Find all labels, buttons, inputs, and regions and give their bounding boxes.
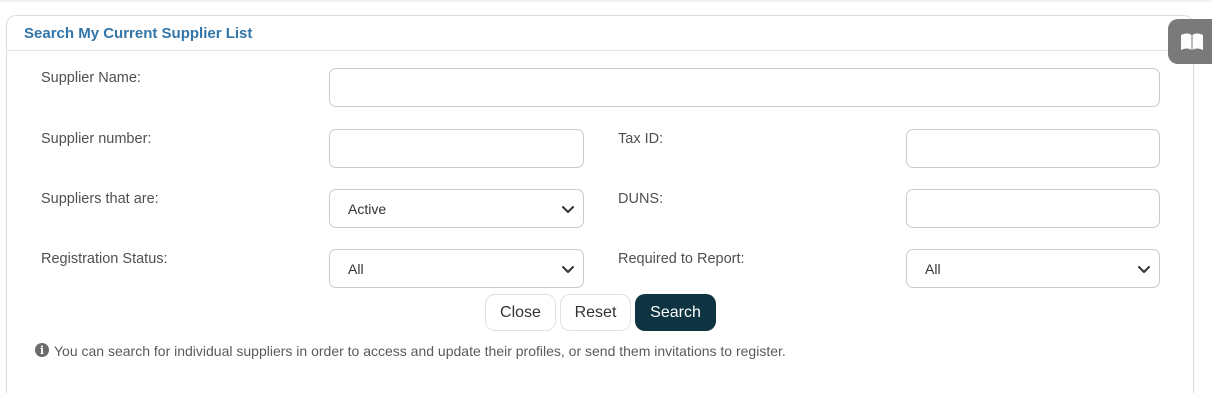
reset-button[interactable]: Reset (560, 294, 631, 331)
panel-header: Search My Current Supplier List (7, 16, 1193, 51)
duns-label: DUNS: (618, 191, 664, 207)
registration-status-label: Registration Status: (41, 251, 168, 267)
supplier-name-label: Supplier Name: (41, 70, 141, 86)
suppliers-that-are-label: Suppliers that are: (41, 191, 159, 207)
tax-id-label: Tax ID: (618, 131, 664, 147)
info-note: i You can search for individual supplier… (35, 343, 786, 359)
top-divider (0, 0, 1212, 2)
chevron-down-icon (562, 265, 574, 273)
suppliers-that-are-select[interactable]: Active (329, 189, 584, 228)
registration-status-select[interactable]: All (329, 249, 584, 288)
side-help-tab[interactable] (1168, 19, 1212, 64)
required-to-report-select[interactable]: All (906, 249, 1160, 288)
book-icon (1181, 33, 1203, 50)
supplier-number-input[interactable] (329, 129, 584, 168)
info-circle-icon: i (35, 343, 49, 357)
panel-title: Search My Current Supplier List (24, 24, 253, 42)
chevron-down-icon (562, 205, 574, 213)
chevron-down-icon (1138, 265, 1150, 273)
duns-input[interactable] (906, 189, 1160, 228)
info-text: You can search for individual suppliers … (54, 343, 786, 359)
registration-status-value: All (348, 260, 364, 277)
required-to-report-label: Required to Report: (618, 251, 745, 267)
suppliers-that-are-value: Active (348, 200, 387, 217)
supplier-name-input[interactable] (329, 68, 1160, 107)
tax-id-input[interactable] (906, 129, 1160, 168)
search-button[interactable]: Search (635, 294, 716, 331)
supplier-number-label: Supplier number: (41, 131, 152, 147)
close-button[interactable]: Close (485, 294, 556, 331)
required-to-report-value: All (925, 260, 941, 277)
